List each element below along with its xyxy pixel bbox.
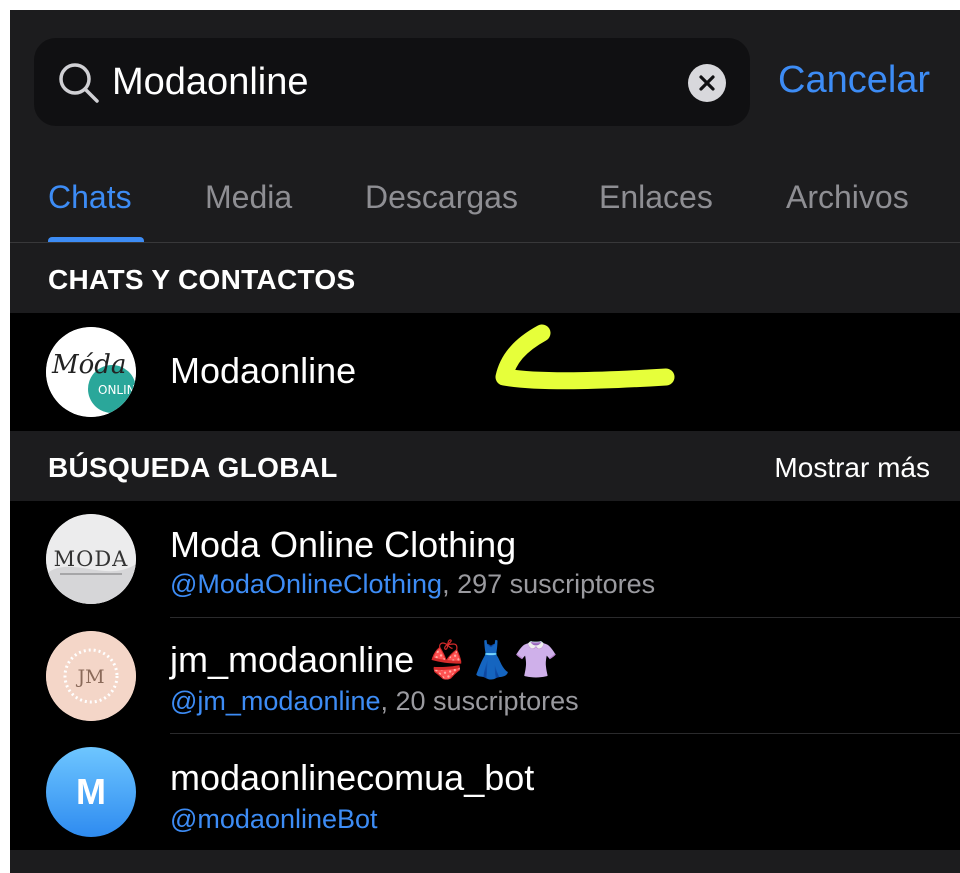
tab-descargas[interactable]: Descargas <box>365 177 518 217</box>
clear-icon <box>699 75 715 91</box>
avatar: Móda ONLINE <box>46 327 136 417</box>
global-result-jm-modaonline[interactable]: JM jm_modaonline 👙👗👚 @jm_modaonline, 20 … <box>10 618 960 734</box>
bot-name: modaonlinecomua_bot <box>170 757 535 798</box>
svg-text:JM: JM <box>75 666 104 688</box>
tab-chats[interactable]: Chats <box>48 177 132 217</box>
channel-name: Moda Online Clothing <box>170 524 517 565</box>
avatar-initial: M <box>76 771 106 812</box>
global-result-moda-online-clothing[interactable]: MODA Moda Online Clothing @ModaOnlineClo… <box>10 501 960 618</box>
svg-text:MODA: MODA <box>54 547 129 571</box>
section-global-search: BÚSQUEDA GLOBAL Mostrar más <box>10 431 960 501</box>
bot-info: @modaonlineBot <box>170 802 378 836</box>
channel-info: @jm_modaonline, 20 suscriptores <box>170 684 579 718</box>
channel-info: @ModaOnlineClothing, 297 suscriptores <box>170 567 655 601</box>
svg-text:Móda: Móda <box>51 350 126 380</box>
telegram-search-screen: Modaonline Cancelar Chats Media Descarga… <box>10 10 960 873</box>
search-field[interactable]: Modaonline <box>34 38 750 126</box>
cancel-button[interactable]: Cancelar <box>778 56 930 104</box>
jm-logo-icon: JM <box>46 631 136 721</box>
channel-handle[interactable]: @ModaOnlineClothing <box>170 569 442 599</box>
avatar: JM <box>46 631 136 721</box>
section-chats-contacts: CHATS Y CONTACTOS <box>10 243 960 313</box>
channel-handle[interactable]: @jm_modaonline <box>170 686 381 716</box>
subscriber-count: , 20 suscriptores <box>380 686 579 716</box>
avatar: MODA <box>46 514 136 604</box>
section-title: BÚSQUEDA GLOBAL <box>48 452 338 483</box>
chat-name: Modaonline <box>170 350 357 391</box>
clear-search-button[interactable] <box>688 64 726 102</box>
avatar: M <box>46 747 136 837</box>
tab-media[interactable]: Media <box>205 177 292 217</box>
show-more-button[interactable]: Mostrar más <box>774 451 930 485</box>
chat-result-modaonline[interactable]: Móda ONLINE Modaonline <box>10 313 960 431</box>
tab-archivos[interactable]: Archivos <box>786 177 909 217</box>
subscriber-count: , 297 suscriptores <box>442 569 656 599</box>
search-input[interactable]: Modaonline <box>112 58 308 106</box>
search-icon <box>59 63 99 103</box>
highlight-arrow-annotation <box>495 324 675 390</box>
modaonline-logo-icon: Móda ONLINE <box>46 327 136 417</box>
search-bar: Modaonline Cancelar <box>10 10 960 145</box>
section-title: CHATS Y CONTACTOS <box>48 264 356 295</box>
channel-name: jm_modaonline 👙👗👚 <box>170 639 559 680</box>
tab-enlaces[interactable]: Enlaces <box>599 177 713 217</box>
search-tabs: Chats Media Descargas Enlaces Archivos <box>10 145 960 244</box>
bot-handle[interactable]: @modaonlineBot <box>170 804 378 834</box>
next-section-header <box>10 850 960 873</box>
svg-text:ONLINE: ONLINE <box>98 383 136 397</box>
global-result-modaonlinecomua-bot[interactable]: M modaonlinecomua_bot @modaonlineBot <box>10 734 960 850</box>
moda-logo-icon: MODA <box>46 514 136 604</box>
clothing-emoji-icons: 👙👗👚 <box>424 639 559 680</box>
